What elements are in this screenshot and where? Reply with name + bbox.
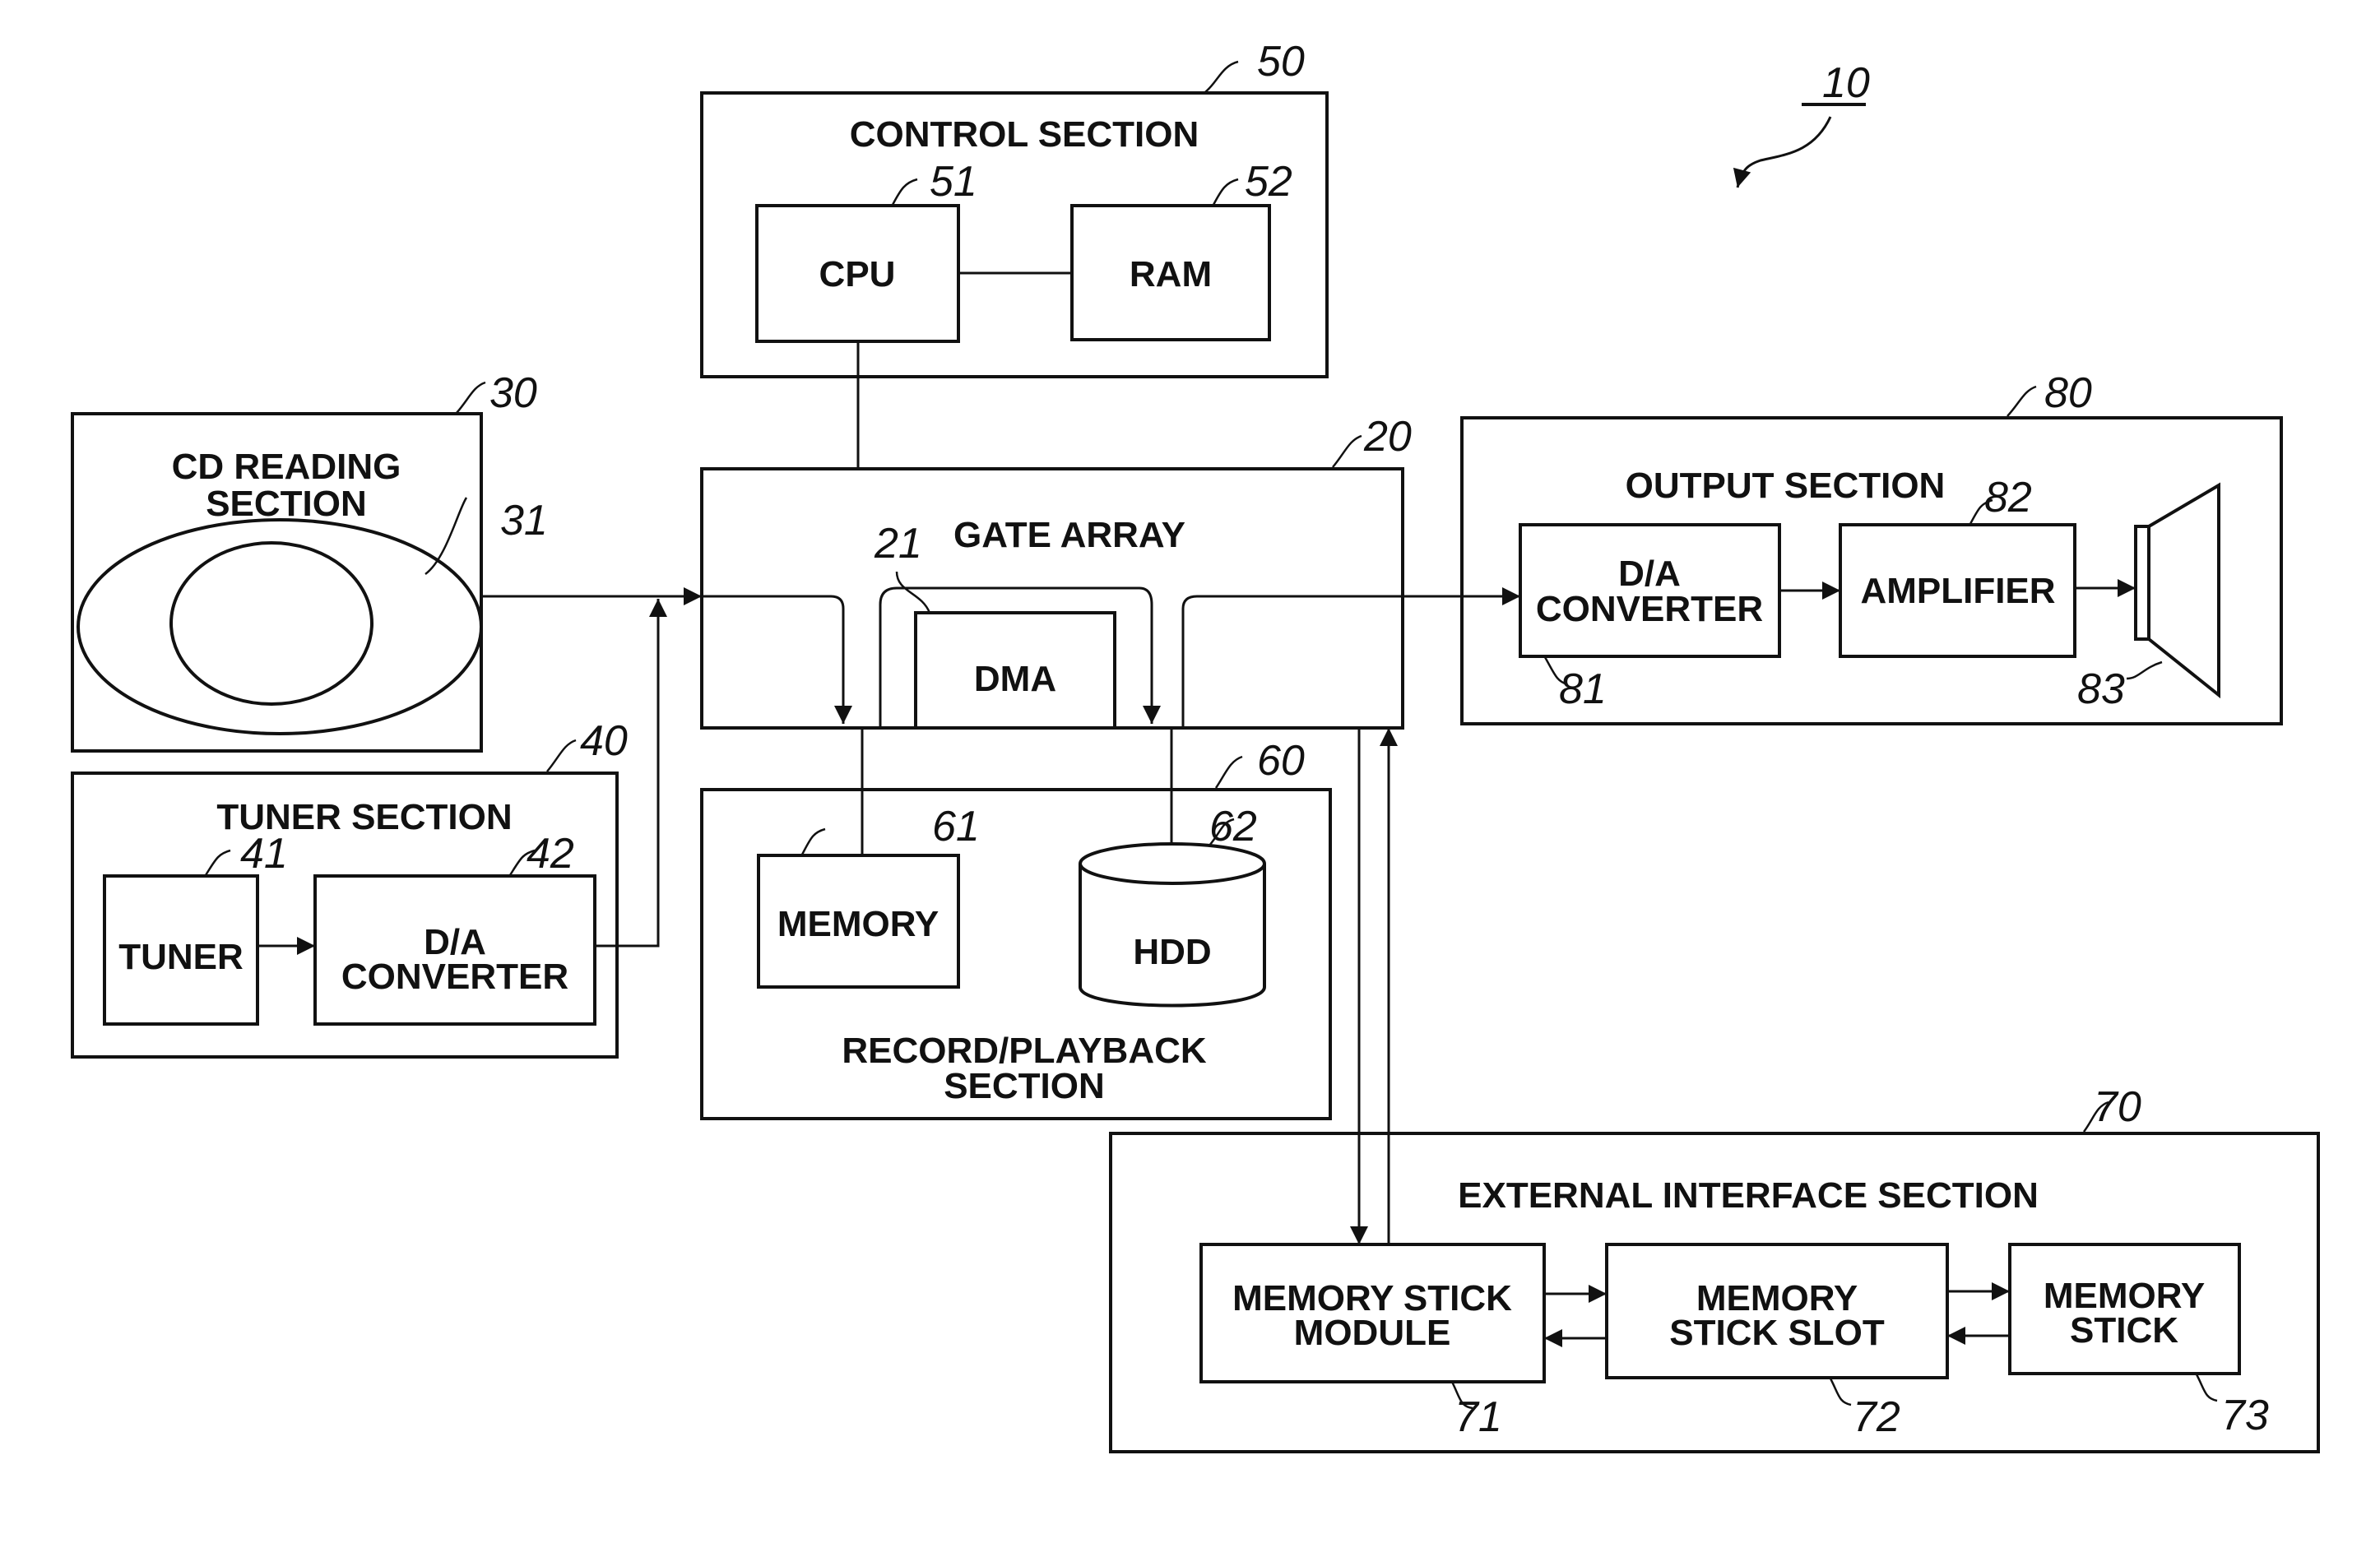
tuner-da-ref: 42 <box>527 830 574 878</box>
tuner-section-ref-leader <box>546 739 577 772</box>
ram-ref: 52 <box>1245 158 1292 206</box>
control-ref: 50 <box>1257 38 1305 86</box>
gate-array-title: GATE ARRAY <box>953 515 1185 555</box>
dma-ref: 21 <box>874 520 922 568</box>
output-ref-leader <box>2007 385 2037 417</box>
output-da-label-line2: CONVERTER <box>1536 589 1763 629</box>
memory-ref: 61 <box>932 803 980 850</box>
memory-stick-module-ref: 71 <box>1454 1393 1502 1441</box>
gate-array-ref-leader <box>1332 434 1362 468</box>
tuner-ref: 41 <box>240 830 288 878</box>
memory-stick-label-line2: STICK <box>2070 1310 2178 1351</box>
figure-ref-number: 10 <box>1822 59 1870 107</box>
amplifier-label: AMPLIFIER <box>1860 571 2055 611</box>
tuner-section-ref: 40 <box>580 717 628 765</box>
memory-stick-module-label-line2: MODULE <box>1294 1313 1451 1353</box>
amplifier-ref: 82 <box>1984 474 2032 521</box>
speaker-magnet <box>2134 525 2150 641</box>
speaker-ref: 83 <box>2077 665 2125 713</box>
control-section-title: CONTROL SECTION <box>850 114 1199 155</box>
control-ref-leader <box>1204 60 1239 93</box>
dma-label: DMA <box>974 659 1056 699</box>
memory-stick-slot-label-line2: STICK SLOT <box>1669 1313 1885 1353</box>
output-section: OUTPUT SECTION 80 D/A CONVERTER 81 AMPLI… <box>1460 369 2283 725</box>
cd-reading-title-line2: SECTION <box>206 484 367 524</box>
output-da-ref: 81 <box>1559 665 1607 713</box>
record-playback-title-line1: RECORD/PLAYBACK <box>842 1031 1207 1071</box>
output-da-label-line1: D/A <box>1618 554 1681 594</box>
external-interface-section: EXTERNAL INTERFACE SECTION 70 MEMORY STI… <box>1109 1083 2320 1453</box>
memory-stick-slot-ref: 72 <box>1853 1393 1900 1441</box>
external-interface-title: EXTERNAL INTERFACE SECTION <box>1458 1175 2039 1216</box>
tuner-label: TUNER <box>118 937 244 977</box>
disc-ref: 31 <box>500 497 548 544</box>
cpu-label: CPU <box>819 254 896 294</box>
hdd-ref: 62 <box>1209 803 1257 850</box>
output-section-title: OUTPUT SECTION <box>1626 466 1946 506</box>
control-section: CONTROL SECTION 50 CPU 51 RAM 52 <box>700 38 1329 378</box>
block-diagram: 10 CONTROL SECTION 50 CPU 51 RAM 52 GATE… <box>71 38 2320 1453</box>
cd-reading-title-line1: CD READING <box>172 447 401 487</box>
cpu-ref: 51 <box>930 158 977 206</box>
figure-reference: 10 <box>1733 59 1870 188</box>
record-playback-ref-leader <box>1214 755 1243 789</box>
record-playback-section: RECORD/PLAYBACK SECTION 60 MEMORY 61 HDD… <box>700 737 1332 1120</box>
output-ref: 80 <box>2044 369 2092 417</box>
figure-ref-arrow <box>1733 116 1832 188</box>
tuner-da-label-line2: CONVERTER <box>341 957 568 997</box>
memory-stick-ref: 73 <box>2221 1392 2269 1439</box>
record-playback-title-line2: SECTION <box>944 1066 1105 1106</box>
cd-ref-leader <box>456 381 486 414</box>
ram-label: RAM <box>1130 254 1212 294</box>
cd-reading-section: CD READING SECTION 30 31 <box>71 369 548 753</box>
external-ref: 70 <box>2094 1083 2141 1131</box>
hdd-label: HDD <box>1133 932 1211 972</box>
cd-ref: 30 <box>489 369 537 417</box>
record-playback-ref: 60 <box>1257 737 1305 785</box>
gate-array-ref: 20 <box>1363 413 1412 461</box>
memory-label: MEMORY <box>777 904 939 944</box>
tuner-section: TUNER SECTION 40 TUNER 41 D/A CONVERTER … <box>71 717 628 1059</box>
